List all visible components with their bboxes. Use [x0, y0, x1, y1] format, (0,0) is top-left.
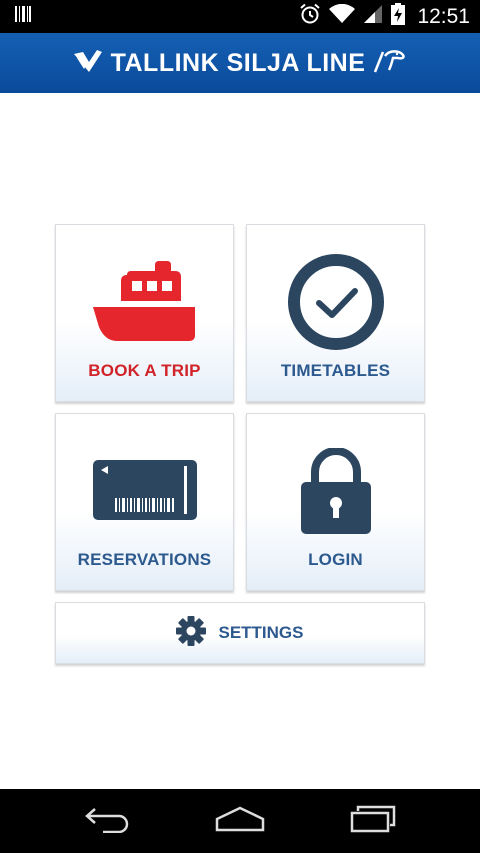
padlock-icon — [247, 448, 424, 534]
ticket-card-icon — [56, 460, 233, 522]
settings-tile[interactable]: SETTINGS — [55, 602, 425, 664]
barcode-notification-icon — [14, 5, 32, 28]
login-tile[interactable]: LOGIN — [246, 413, 425, 591]
gear-icon — [176, 615, 207, 651]
reservations-label: RESERVATIONS — [77, 550, 212, 569]
book-trip-tile[interactable]: BOOK A TRIP — [55, 224, 234, 402]
settings-inner: SETTINGS — [176, 603, 304, 663]
status-bar: 12:51 — [0, 0, 480, 33]
clock-check-icon — [247, 253, 424, 351]
recent-apps-icon — [350, 805, 396, 838]
back-icon — [83, 805, 131, 838]
login-label: LOGIN — [308, 550, 363, 569]
wifi-icon — [329, 3, 356, 29]
home-icon — [215, 806, 265, 837]
cell-signal-icon — [363, 4, 383, 29]
ship-icon — [56, 261, 233, 343]
alarm-icon — [299, 3, 321, 30]
recent-apps-button[interactable] — [333, 796, 413, 846]
timetables-tile[interactable]: TIMETABLES — [246, 224, 425, 402]
status-right: 12:51 — [299, 3, 470, 30]
battery-charging-icon — [391, 3, 406, 30]
reservations-tile[interactable]: RESERVATIONS — [55, 413, 234, 591]
book-trip-label: BOOK A TRIP — [88, 361, 201, 380]
brand-name: TALLINK SILJA LINE — [110, 48, 366, 77]
brand: TALLINK SILJA LINE — [73, 48, 408, 79]
status-time: 12:51 — [417, 4, 470, 28]
back-button[interactable] — [67, 796, 147, 846]
nav-bar — [0, 789, 480, 853]
timetables-label: TIMETABLES — [280, 361, 391, 380]
status-left — [14, 5, 32, 28]
settings-label: SETTINGS — [218, 623, 304, 642]
home-button[interactable] — [200, 796, 280, 846]
tallink-logo-icon — [73, 48, 103, 79]
app-header: TALLINK SILJA LINE — [0, 33, 480, 93]
seal-logo-icon — [373, 48, 407, 79]
